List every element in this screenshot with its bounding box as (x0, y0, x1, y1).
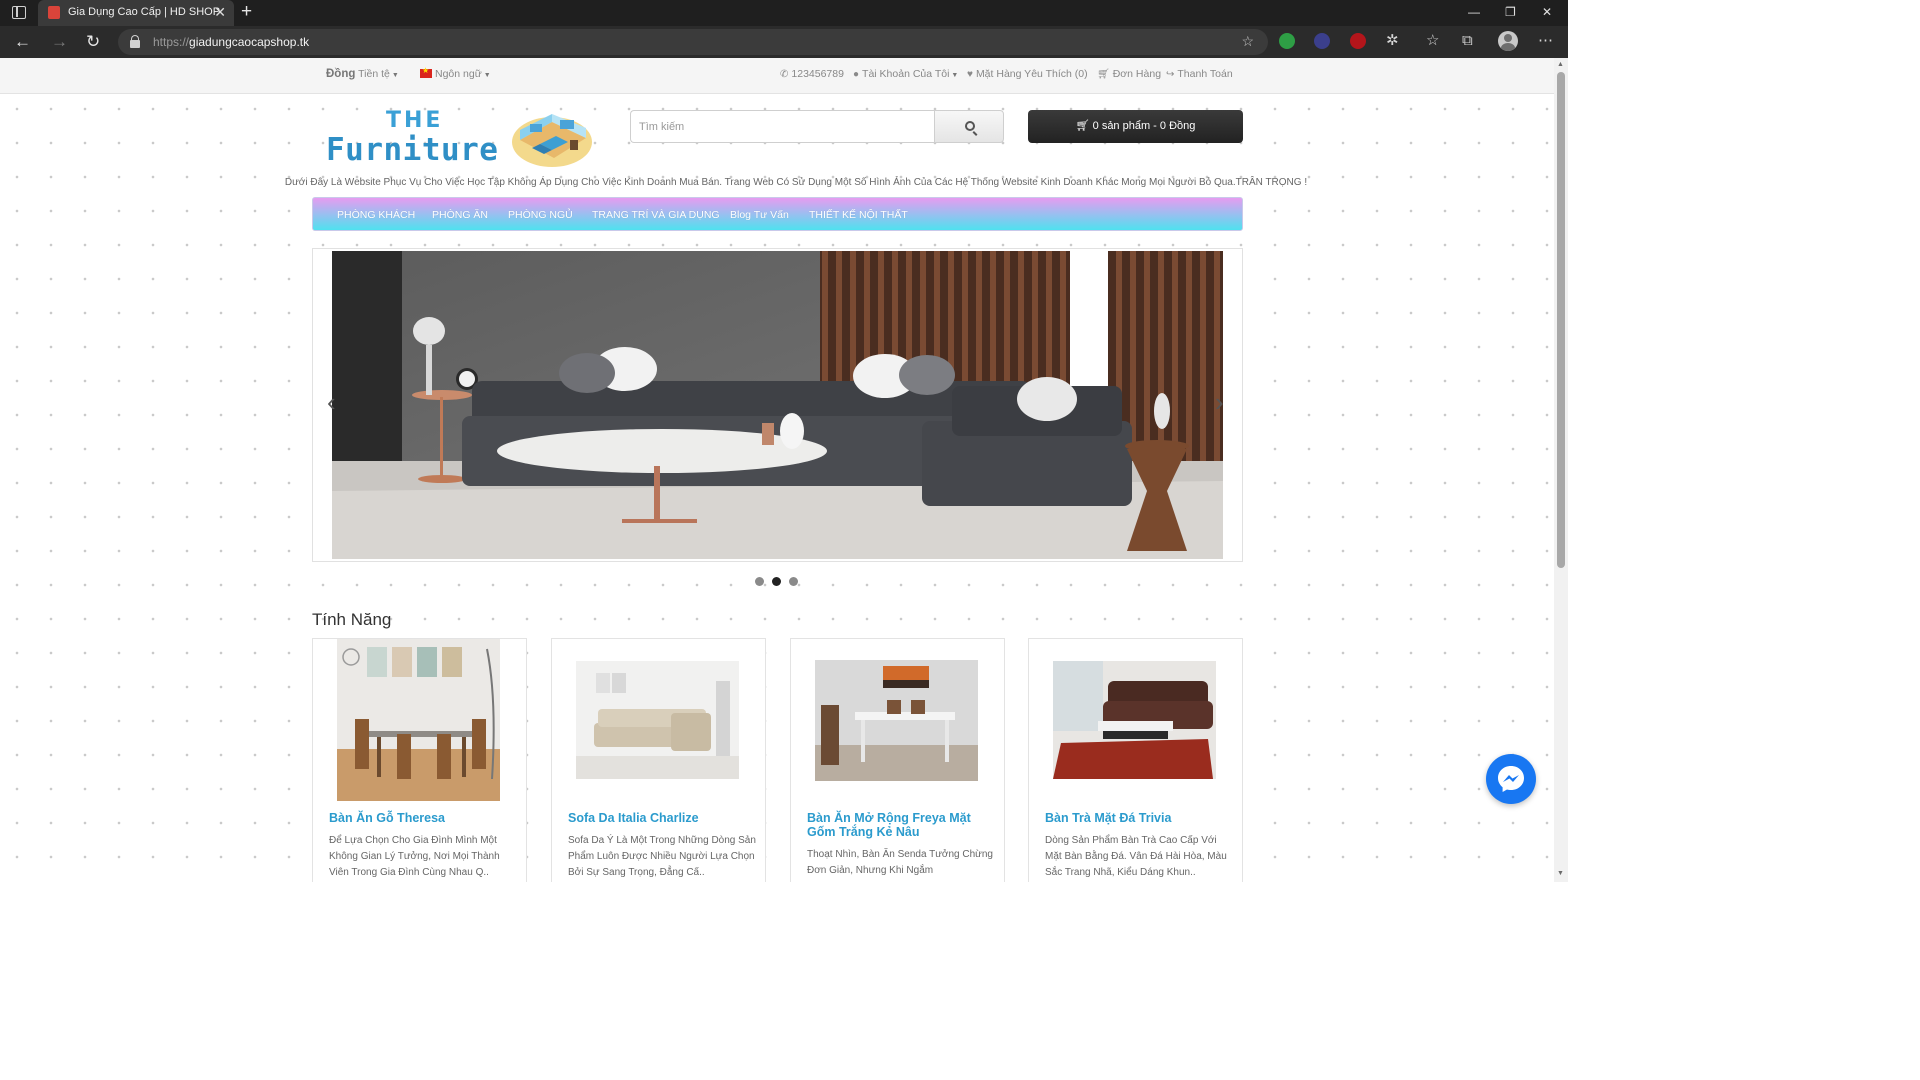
section-title: Tính Năng (312, 610, 392, 629)
extension-icon[interactable] (1314, 33, 1330, 49)
messenger-icon (1498, 766, 1524, 792)
profile-icon[interactable] (1498, 31, 1518, 51)
forward-icon[interactable]: → (51, 32, 68, 52)
tab-actions-icon[interactable] (12, 6, 26, 19)
product-description: Để Lựa Chọn Cho Gia Đình Mình Một Không … (329, 835, 500, 878)
phone-link[interactable]: ✆ 123456789 (780, 68, 844, 80)
product-image[interactable] (1053, 661, 1216, 779)
slider-dot-active[interactable] (772, 577, 781, 586)
restore-icon[interactable]: ❐ (1505, 4, 1516, 20)
tab-title: Gia Dụng Cao Cấp | HD SHOP (68, 6, 221, 18)
wishlist-link[interactable]: ♥ Mặt Hàng Yêu Thích (0) (967, 68, 1088, 80)
search-button[interactable] (934, 110, 1004, 143)
close-window-icon[interactable]: ✕ (1542, 4, 1552, 20)
url-text[interactable]: https://giadungcaocapshop.tk (153, 35, 309, 49)
phone-icon: ✆ (780, 69, 789, 80)
scroll-up-icon[interactable]: ▲ (1557, 61, 1564, 68)
currency-dropdown[interactable]: Đồng Tiền tệ ▼ (326, 68, 399, 80)
browser-tab[interactable]: Gia Dụng Cao Cấp | HD SHOP ✕ (38, 0, 234, 26)
heart-icon: ♥ (967, 69, 973, 80)
product-image[interactable] (576, 661, 739, 779)
site-notice: Dưới Đây Là Website Phục Vụ Cho Việc Học… (284, 177, 1308, 188)
browser-tab-bar: Gia Dụng Cao Cấp | HD SHOP ✕ + — ❐ ✕ (0, 0, 1568, 26)
new-tab-icon[interactable]: + (241, 2, 252, 22)
page-viewport: Đồng Tiền tệ▼ Ngôn ngữ▼ ✆123456789 ●Tài … (0, 58, 1554, 882)
share-icon: ↪ (1166, 69, 1175, 80)
add-favorite-icon[interactable]: ☆ (1241, 33, 1254, 50)
product-title[interactable]: Bàn Trà Mặt Đá Trivia (1045, 811, 1230, 825)
favorites-icon[interactable]: ☆ (1426, 31, 1439, 51)
slider-dot[interactable] (755, 577, 764, 586)
extensions-icon[interactable]: ✲ (1386, 31, 1399, 51)
hero-slider: ‹ › (312, 248, 1243, 562)
minimize-icon[interactable]: — (1468, 4, 1480, 20)
slider-next-icon[interactable]: › (1215, 387, 1224, 417)
checkout-link[interactable]: ↪ Thanh Toán (1166, 68, 1233, 80)
favicon-icon (48, 6, 60, 19)
product-card[interactable]: Bàn Ăn Mở Rộng Freya Mặt Gốm Trắng Kẻ Nâ… (790, 638, 1005, 882)
menu-item-phong-an[interactable]: PHÒNG ĂN (432, 209, 488, 221)
reload-icon[interactable]: ↻ (86, 32, 100, 52)
menu-item-phong-khach[interactable]: PHÒNG KHÁCH (337, 209, 415, 221)
slider-prev-icon[interactable]: ‹ (327, 387, 336, 417)
menu-item-trang-tri[interactable]: TRANG TRÍ VÀ GIA DỤNG (592, 209, 720, 221)
cart-icon: 🛒︎ (1097, 69, 1110, 80)
language-dropdown[interactable]: Ngôn ngữ▼ (420, 66, 491, 80)
site-logo[interactable]: THE Furniture (322, 106, 602, 178)
product-title[interactable]: Bàn Ăn Gỗ Theresa (329, 811, 514, 825)
product-description: Sofa Da Ý Là Một Trong Những Dòng Sản Ph… (568, 835, 756, 878)
extension-icon[interactable] (1350, 33, 1366, 49)
user-icon: ● (853, 69, 860, 80)
slider-dot[interactable] (789, 577, 798, 586)
shield-extension-icon[interactable] (1279, 33, 1295, 49)
product-description: Dòng Sản Phẩm Bàn Trà Cao Cấp Với Mặt Bà… (1045, 835, 1227, 878)
browser-toolbar: ← → ↻ https://giadungcaocapshop.tk ☆ ✲ ☆… (0, 26, 1568, 58)
product-image[interactable] (815, 660, 978, 781)
product-description: Thoạt Nhìn, Bàn Ăn Senda Tưởng Chừng Đơn… (807, 849, 993, 876)
top-utility-bar: Đồng Tiền tệ▼ Ngôn ngữ▼ ✆123456789 ●Tài … (0, 58, 1554, 94)
menu-item-phong-ngu[interactable]: PHÒNG NGỦ (508, 209, 573, 221)
back-icon[interactable]: ← (14, 32, 31, 52)
cart-icon: 🛒︎ (1075, 120, 1090, 132)
scroll-down-icon[interactable]: ▼ (1557, 870, 1564, 877)
vietnam-flag-icon (420, 66, 432, 78)
menu-item-blog[interactable]: Blog Tư Vấn (730, 209, 789, 221)
product-card[interactable]: Sofa Da Italia Charlize Sofa Da Ý Là Một… (551, 638, 766, 882)
orders-link[interactable]: 🛒︎ Đơn Hàng (1097, 68, 1161, 80)
menu-item-thiet-ke[interactable]: THIẾT KẾ NỘI THẤT (809, 209, 908, 221)
search-icon (965, 121, 975, 131)
product-title[interactable]: Bàn Ăn Mở Rộng Freya Mặt Gốm Trắng Kẻ Nâ… (807, 811, 992, 839)
account-dropdown[interactable]: ● Tài Khoản Của Tôi ▼ (853, 68, 958, 80)
product-title[interactable]: Sofa Da Italia Charlize (568, 811, 753, 825)
address-bar[interactable]: https://giadungcaocapshop.tk ☆ (118, 29, 1268, 55)
search-input[interactable]: Tìm kiếm (630, 110, 935, 143)
product-image[interactable] (337, 639, 500, 801)
slide-image[interactable] (332, 251, 1223, 559)
messenger-chat-button[interactable] (1486, 754, 1536, 804)
lock-icon[interactable] (130, 35, 140, 48)
scroll-thumb[interactable] (1557, 72, 1565, 568)
room-illustration-icon (512, 114, 592, 167)
page-scrollbar[interactable]: ▲ ▼ (1554, 58, 1568, 882)
more-icon[interactable]: ⋯ (1538, 31, 1553, 51)
product-card[interactable]: Bàn Ăn Gỗ Theresa Để Lựa Chọn Cho Gia Đì… (312, 638, 527, 882)
close-tab-icon[interactable]: ✕ (214, 4, 226, 20)
product-card[interactable]: Bàn Trà Mặt Đá Trivia Dòng Sản Phẩm Bàn … (1028, 638, 1243, 882)
collections-icon[interactable]: ⧉ (1462, 31, 1473, 51)
main-menu: PHÒNG KHÁCH PHÒNG ĂN PHÒNG NGỦ TRANG TRÍ… (312, 197, 1243, 231)
cart-button[interactable]: 🛒︎ 0 sản phẩm - 0 Đồng (1028, 110, 1243, 143)
